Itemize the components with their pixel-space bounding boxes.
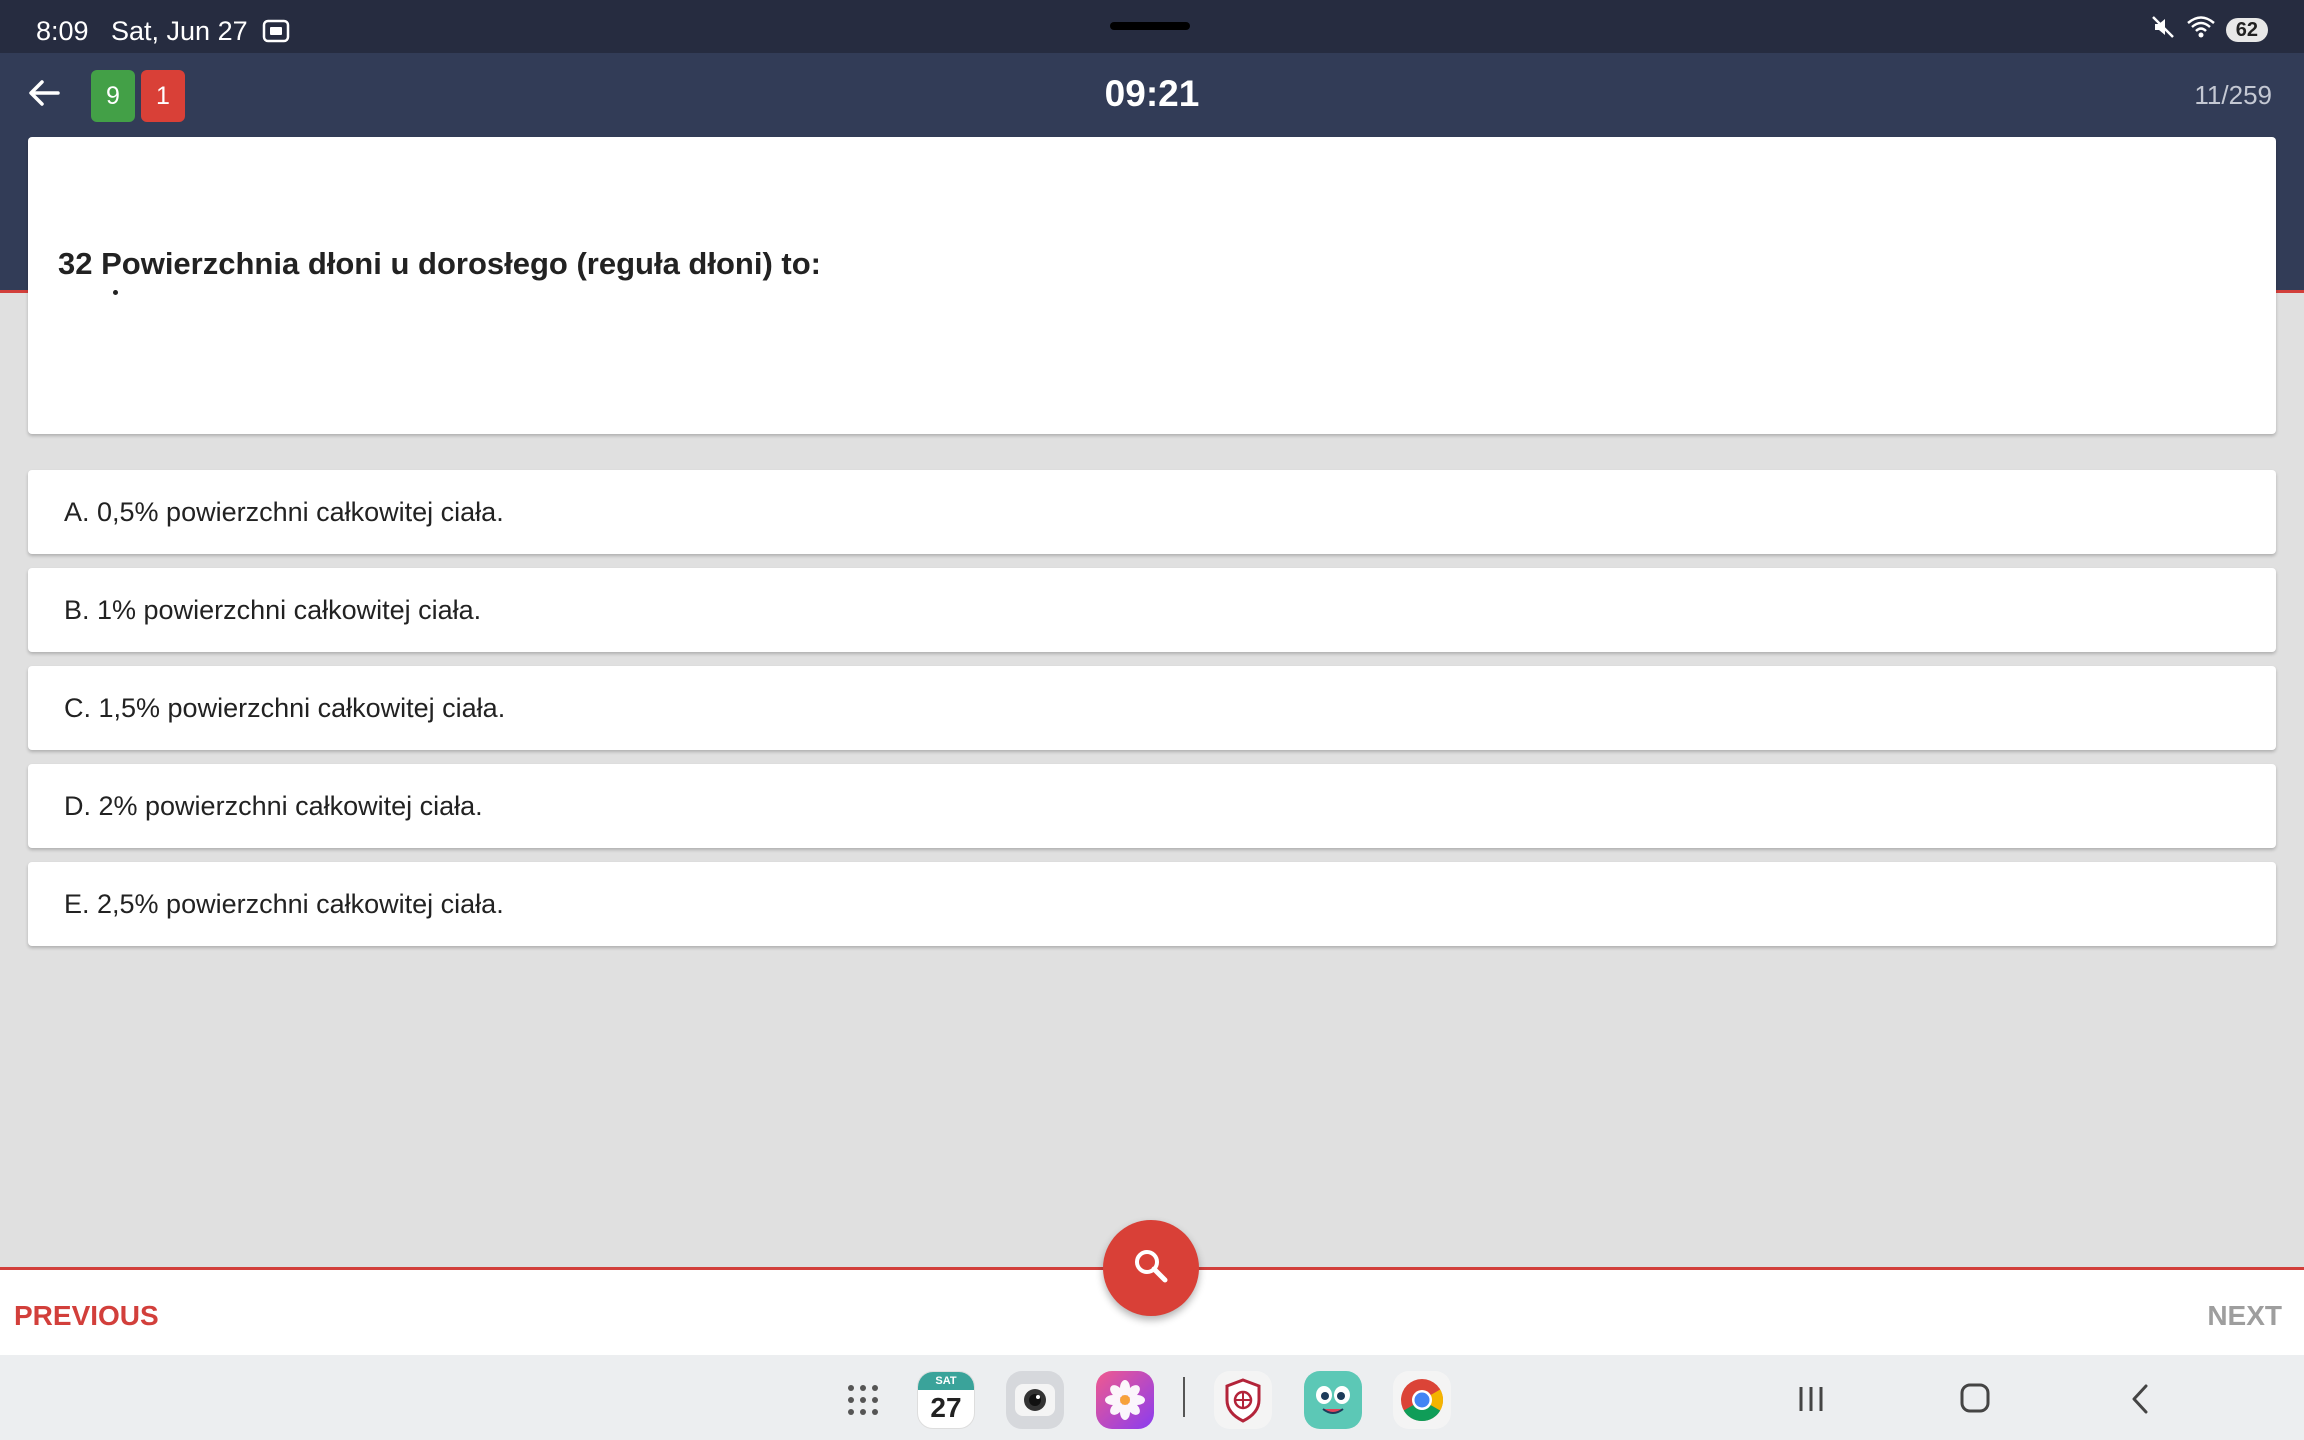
question-progress: 11/259 [2194, 80, 2272, 110]
recent-apps-icon[interactable] [1791, 1381, 1831, 1417]
mascot-app-icon[interactable] [1304, 1371, 1362, 1429]
screenshot-icon [261, 17, 291, 45]
wifi-icon [2186, 14, 2216, 45]
search-button[interactable] [1103, 1220, 1199, 1316]
taskbar: SAT 27 [0, 1355, 2304, 1440]
status-bar: 8:09 Sat, Jun 27 62 [0, 0, 2304, 53]
answer-option-c[interactable]: C. 1,5% powierzchni całkowitej ciała. [28, 666, 2276, 750]
status-icons: 62 [2150, 14, 2268, 45]
multitask-handle[interactable] [1110, 22, 1190, 30]
app-drawer-icon[interactable] [834, 1371, 892, 1429]
dock-divider [1183, 1377, 1185, 1417]
answer-option-b[interactable]: B. 1% powierzchni całkowitej ciała. [28, 568, 2276, 652]
question-bullet [113, 290, 118, 295]
battery-indicator: 62 [2225, 17, 2268, 42]
shield-app-icon[interactable] [1214, 1371, 1272, 1429]
previous-button[interactable]: PREVIOUS [14, 1300, 159, 1332]
answer-option-e[interactable]: E. 2,5% powierzchni całkowitej ciała. [28, 862, 2276, 946]
calendar-weekday: SAT [918, 1372, 974, 1390]
gallery-app-icon[interactable] [1096, 1371, 1154, 1429]
answer-list: A. 0,5% powierzchni całkowitej ciała. B.… [28, 470, 2276, 960]
calendar-app-icon[interactable]: SAT 27 [917, 1371, 975, 1429]
next-button[interactable]: NEXT [2207, 1300, 2282, 1332]
calendar-day: 27 [930, 1392, 962, 1423]
home-icon[interactable] [1955, 1381, 1995, 1417]
quiz-timer: 09:21 [1104, 73, 1200, 114]
question-text: 32 Powierzchnia dłoni u dorosłego (reguł… [58, 246, 821, 281]
camera-app-icon[interactable] [1006, 1371, 1064, 1429]
mute-icon [2150, 14, 2176, 45]
answer-option-a[interactable]: A. 0,5% powierzchni całkowitej ciała. [28, 470, 2276, 554]
search-icon [1132, 1247, 1170, 1290]
answer-option-d[interactable]: D. 2% powierzchni całkowitej ciała. [28, 764, 2276, 848]
question-card: 32 Powierzchnia dłoni u dorosłego (reguł… [28, 137, 2276, 434]
chrome-app-icon[interactable] [1393, 1371, 1451, 1429]
status-date: Sat, Jun 27 [111, 16, 248, 46]
status-time: 8:09 [36, 16, 89, 46]
system-back-icon[interactable] [2120, 1381, 2160, 1417]
